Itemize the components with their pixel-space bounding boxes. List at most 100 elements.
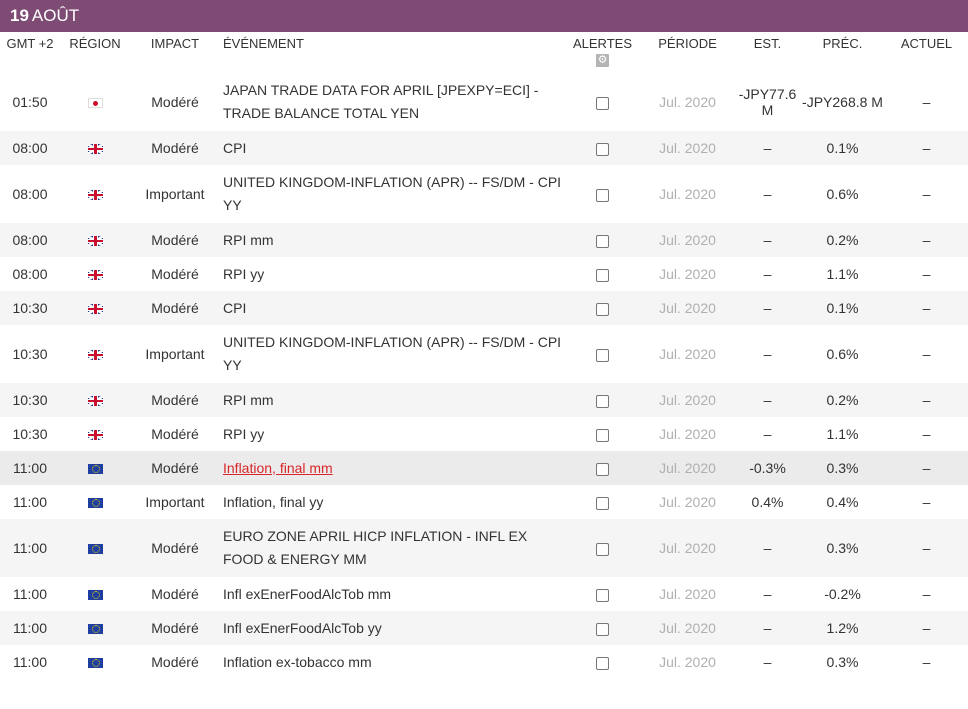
alert-checkbox[interactable] bbox=[596, 428, 609, 442]
alert-checkbox[interactable] bbox=[596, 394, 609, 408]
event-time: 10:30 bbox=[0, 417, 60, 451]
event-region bbox=[60, 577, 130, 611]
event-alert bbox=[565, 325, 640, 383]
event-est: – bbox=[735, 519, 800, 577]
uk-flag-icon bbox=[87, 144, 103, 155]
event-name[interactable]: Inflation, final mm bbox=[223, 460, 333, 476]
event-prev: 1.1% bbox=[800, 257, 885, 291]
event-time: 11:00 bbox=[0, 645, 60, 679]
col-header-period[interactable]: PÉRIODE bbox=[640, 32, 735, 73]
event-name-cell: Infl exEnerFoodAlcTob mm bbox=[220, 577, 565, 611]
event-name: RPI mm bbox=[223, 231, 274, 248]
event-name-cell: UNITED KINGDOM-INFLATION (APR) -- FS/DM … bbox=[220, 165, 565, 223]
event-region bbox=[60, 165, 130, 223]
event-prev: 0.6% bbox=[800, 165, 885, 223]
col-header-region[interactable]: RÉGION bbox=[60, 32, 130, 73]
alert-checkbox[interactable] bbox=[596, 462, 609, 476]
date-month: AOÛT bbox=[31, 6, 80, 25]
event-prev: -JPY268.8 M bbox=[800, 73, 885, 131]
event-actual: – bbox=[885, 451, 968, 485]
event-alert bbox=[565, 645, 640, 679]
event-time: 11:00 bbox=[0, 611, 60, 645]
event-est: -JPY77.6 M bbox=[735, 73, 800, 131]
event-region bbox=[60, 451, 130, 485]
eu-flag-icon bbox=[87, 624, 103, 635]
event-actual: – bbox=[885, 611, 968, 645]
event-time: 11:00 bbox=[0, 485, 60, 519]
event-period: Jul. 2020 bbox=[640, 131, 735, 165]
event-alert bbox=[565, 577, 640, 611]
event-alert bbox=[565, 485, 640, 519]
event-time: 10:30 bbox=[0, 291, 60, 325]
alert-checkbox[interactable] bbox=[596, 348, 609, 362]
event-name: Inflation ex-tobacco mm bbox=[223, 653, 372, 670]
event-est: – bbox=[735, 417, 800, 451]
event-time: 11:00 bbox=[0, 577, 60, 611]
event-alert bbox=[565, 73, 640, 131]
col-header-prev[interactable]: PRÉC. bbox=[800, 32, 885, 73]
col-header-alerts: ALERTES ⚙ bbox=[565, 32, 640, 73]
event-alert bbox=[565, 383, 640, 417]
event-prev: 0.1% bbox=[800, 131, 885, 165]
event-actual: – bbox=[885, 257, 968, 291]
alert-checkbox[interactable] bbox=[596, 142, 609, 156]
event-actual: – bbox=[885, 485, 968, 519]
col-header-time[interactable]: GMT +2 bbox=[0, 32, 60, 73]
col-header-impact[interactable]: IMPACT bbox=[130, 32, 220, 73]
event-name: RPI yy bbox=[223, 265, 265, 282]
table-header-row: GMT +2 RÉGION IMPACT ÉVÉNEMENT ALERTES ⚙… bbox=[0, 32, 968, 73]
event-impact: Modéré bbox=[130, 131, 220, 165]
event-prev: 0.2% bbox=[800, 223, 885, 257]
event-region bbox=[60, 325, 130, 383]
table-row: 11:00 Modéré Infl exEnerFoodAlcTob yy Jul. … bbox=[0, 611, 968, 645]
event-actual: – bbox=[885, 73, 968, 131]
col-header-est[interactable]: EST. bbox=[735, 32, 800, 73]
event-region bbox=[60, 417, 130, 451]
alert-checkbox[interactable] bbox=[596, 302, 609, 316]
gear-icon[interactable]: ⚙ bbox=[596, 54, 609, 67]
event-prev: 1.2% bbox=[800, 611, 885, 645]
economic-calendar-table: GMT +2 RÉGION IMPACT ÉVÉNEMENT ALERTES ⚙… bbox=[0, 32, 968, 679]
uk-flag-icon bbox=[87, 396, 103, 407]
alert-checkbox[interactable] bbox=[596, 268, 609, 282]
alert-checkbox[interactable] bbox=[596, 188, 609, 202]
alert-checkbox[interactable] bbox=[596, 96, 609, 110]
event-actual: – bbox=[885, 417, 968, 451]
event-period: Jul. 2020 bbox=[640, 165, 735, 223]
alert-checkbox[interactable] bbox=[596, 656, 609, 670]
event-impact: Modéré bbox=[130, 257, 220, 291]
event-est: – bbox=[735, 325, 800, 383]
col-header-actual[interactable]: ACTUEL bbox=[885, 32, 968, 73]
event-alert bbox=[565, 165, 640, 223]
event-name-cell: Inflation, final mm bbox=[220, 451, 565, 485]
event-time: 11:00 bbox=[0, 519, 60, 577]
event-name: Infl exEnerFoodAlcTob mm bbox=[223, 585, 392, 602]
alert-checkbox[interactable] bbox=[596, 542, 609, 556]
event-name-cell: RPI yy bbox=[220, 417, 565, 451]
uk-flag-icon bbox=[87, 430, 103, 441]
event-est: -0.3% bbox=[735, 451, 800, 485]
event-period: Jul. 2020 bbox=[640, 485, 735, 519]
event-period: Jul. 2020 bbox=[640, 519, 735, 577]
event-name-cell: EURO ZONE APRIL HICP INFLATION - INFL EX… bbox=[220, 519, 565, 577]
event-period: Jul. 2020 bbox=[640, 577, 735, 611]
event-name-cell: JAPAN TRADE DATA FOR APRIL [JPEXPY=ECI] … bbox=[220, 73, 565, 131]
event-est: – bbox=[735, 383, 800, 417]
event-period: Jul. 2020 bbox=[640, 257, 735, 291]
event-region bbox=[60, 223, 130, 257]
event-alert bbox=[565, 257, 640, 291]
event-prev: 0.6% bbox=[800, 325, 885, 383]
eu-flag-icon bbox=[87, 498, 103, 509]
table-row: 10:30 Important UNITED KINGDOM-INFLATION (… bbox=[0, 325, 968, 383]
event-prev: 0.4% bbox=[800, 485, 885, 519]
event-name-cell: RPI yy bbox=[220, 257, 565, 291]
alert-checkbox[interactable] bbox=[596, 588, 609, 602]
event-region bbox=[60, 611, 130, 645]
event-region bbox=[60, 519, 130, 577]
alert-checkbox[interactable] bbox=[596, 496, 609, 510]
event-actual: – bbox=[885, 645, 968, 679]
alert-checkbox[interactable] bbox=[596, 622, 609, 636]
col-header-event[interactable]: ÉVÉNEMENT bbox=[220, 32, 565, 73]
alert-checkbox[interactable] bbox=[596, 234, 609, 248]
event-name-cell: CPI bbox=[220, 291, 565, 325]
